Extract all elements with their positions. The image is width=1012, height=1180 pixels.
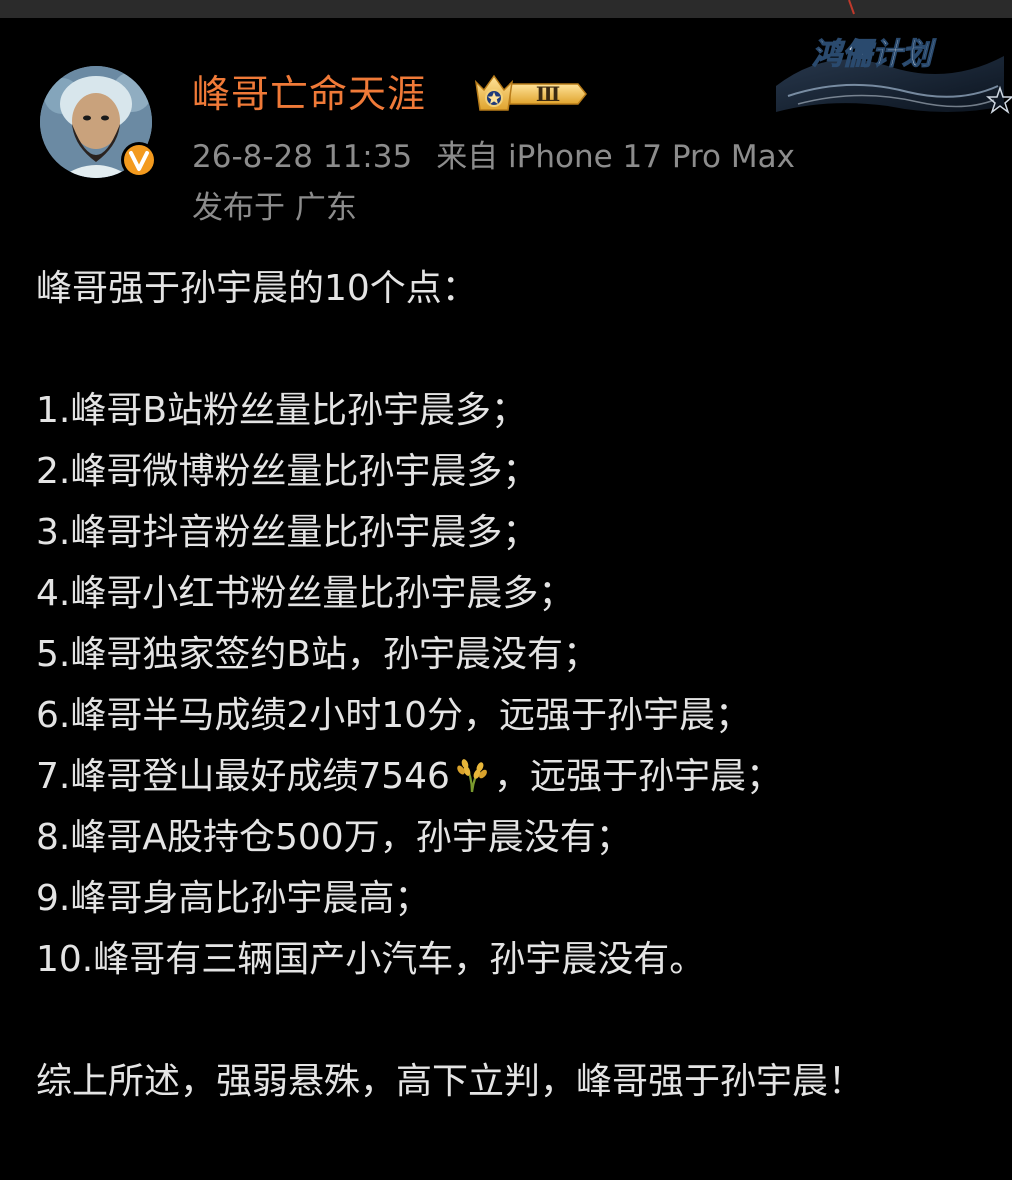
list-item-9: 9.峰哥身高比孙宇晨高； <box>36 878 431 919</box>
post-meta-time-source: 26-8-28 11:35 来自 iPhone 17 Pro Max <box>192 137 795 177</box>
list-item-8: 8.峰哥A股持仓500万，孙宇晨没有； <box>36 817 632 858</box>
list-item-2: 2.峰哥微博粉丝量比孙宇晨多； <box>36 451 539 492</box>
post-time: 26-8-28 11:35 <box>192 139 413 175</box>
verified-v-icon <box>121 142 157 178</box>
author-name[interactable]: 峰哥亡命天涯 <box>192 68 426 120</box>
list-item-4: 4.峰哥小红书粉丝量比孙宇晨多； <box>36 573 575 614</box>
list-item-10: 10.峰哥有三辆国产小汽车，孙宇晨没有。 <box>36 939 706 980</box>
list-item-6: 6.峰哥半马成绩2小时10分，远强于孙宇晨； <box>36 695 752 736</box>
list-item-7: 7.峰哥登山最好成绩7546 ，远强于孙宇晨； <box>36 746 996 807</box>
vip-level-text: Ⅲ <box>536 82 560 106</box>
post-heading-line: 峰哥强于孙宇晨的10个点： <box>36 268 478 309</box>
vip-crown-icon[interactable]: Ⅲ <box>470 70 590 118</box>
list-item-5: 5.峰哥独家签约B站，孙宇晨没有； <box>36 634 600 675</box>
list-item-3: 3.峰哥抖音粉丝量比孙宇晨多； <box>36 512 539 553</box>
list-item-7-text-before: 7.峰哥登山最好成绩7546 <box>36 756 450 797</box>
top-status-strip <box>0 0 1012 18</box>
campaign-badge-text: 鸿儒计划 <box>812 37 937 72</box>
wheat-emoji-icon <box>457 759 487 793</box>
campaign-badge[interactable]: 鸿儒计划 <box>768 26 1012 118</box>
post-source[interactable]: 来自 iPhone 17 Pro Max <box>436 139 795 175</box>
list-item-1: 1.峰哥B站粉丝量比孙宇晨多； <box>36 390 528 431</box>
post-body: 峰哥强于孙宇晨的10个点： 1.峰哥B站粉丝量比孙宇晨多； 2.峰哥微博粉丝量比… <box>36 258 996 1112</box>
top-edge-mark <box>848 0 855 15</box>
list-item-7-text-after: ，远强于孙宇晨； <box>493 756 782 797</box>
post-location: 发布于 广东 <box>192 190 357 226</box>
post-conclusion: 综上所述，强弱悬殊，高下立判，峰哥强于孙宇晨！ <box>36 1061 865 1102</box>
author-avatar[interactable] <box>40 66 157 180</box>
